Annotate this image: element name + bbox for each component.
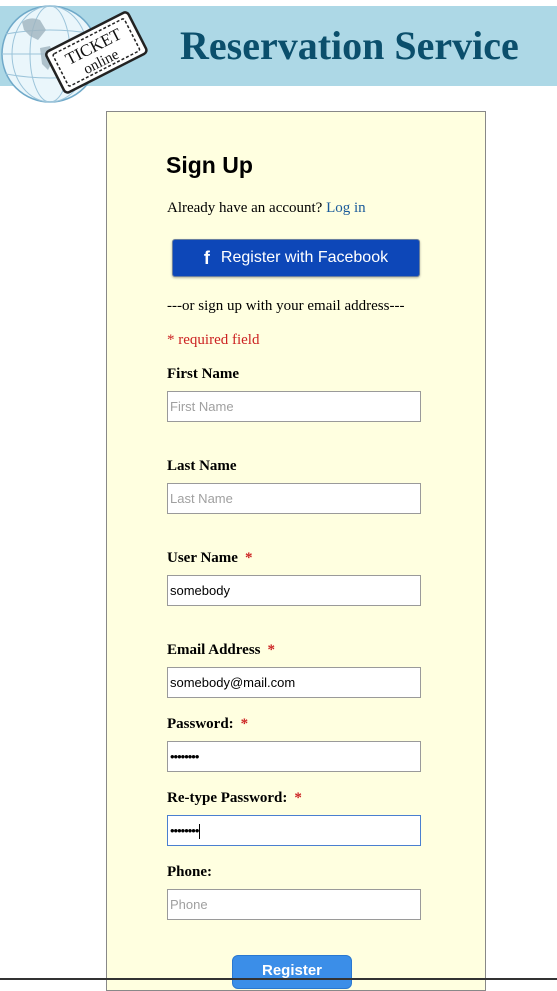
retype-password-input[interactable]: •••••••• — [167, 815, 421, 846]
first-name-label: First Name — [167, 366, 239, 383]
required-asterisk: * — [244, 550, 253, 566]
first-name-label-text: First Name — [167, 366, 240, 382]
facebook-button-label: Register with Facebook — [220, 249, 389, 266]
password-label: Password: * — [167, 716, 248, 733]
site-title: Reservation Service — [180, 23, 519, 68]
email-label: Email Address * — [167, 642, 275, 659]
text-cursor — [199, 824, 201, 840]
email-input[interactable] — [167, 667, 421, 698]
register-button-label: Register — [261, 962, 323, 979]
signup-heading: Sign Up — [166, 152, 253, 178]
have-account-row: Already have an account? Log in — [167, 200, 366, 217]
required-asterisk: * — [267, 642, 276, 658]
last-name-input[interactable] — [167, 483, 421, 514]
have-account-text: Already have an account? — [167, 200, 323, 216]
required-field-note: * required field — [167, 332, 260, 348]
password-mask: •••••••• — [170, 749, 199, 764]
email-label-text: Email Address — [167, 642, 261, 658]
retype-password-mask: •••••••• — [170, 823, 199, 838]
required-asterisk: * — [240, 716, 249, 732]
register-with-facebook-button[interactable]: f Register with Facebook — [172, 239, 420, 277]
password-label-text: Password: — [167, 716, 234, 732]
login-link[interactable]: Log in — [326, 200, 366, 216]
user-name-input[interactable] — [167, 575, 421, 606]
user-name-label-text: User Name — [167, 550, 238, 566]
phone-label: Phone: — [167, 864, 212, 881]
first-name-input[interactable] — [167, 391, 421, 422]
retype-password-label: Re-type Password: * — [167, 790, 302, 807]
last-name-label-text: Last Name — [167, 458, 237, 474]
or-signup-text: ---or sign up with your email address--- — [167, 298, 405, 314]
phone-input[interactable] — [167, 889, 421, 920]
last-name-label: Last Name — [167, 458, 237, 475]
retype-password-label-text: Re-type Password: — [167, 790, 288, 806]
user-name-label: User Name * — [167, 550, 252, 567]
password-input[interactable]: •••••••• — [167, 741, 421, 772]
register-button[interactable]: Register — [232, 955, 352, 989]
facebook-icon: f — [203, 247, 210, 268]
required-asterisk: * — [294, 790, 302, 806]
phone-label-text: Phone: — [167, 864, 212, 880]
ticket-online-logo: TICKET online — [1, 5, 148, 103]
